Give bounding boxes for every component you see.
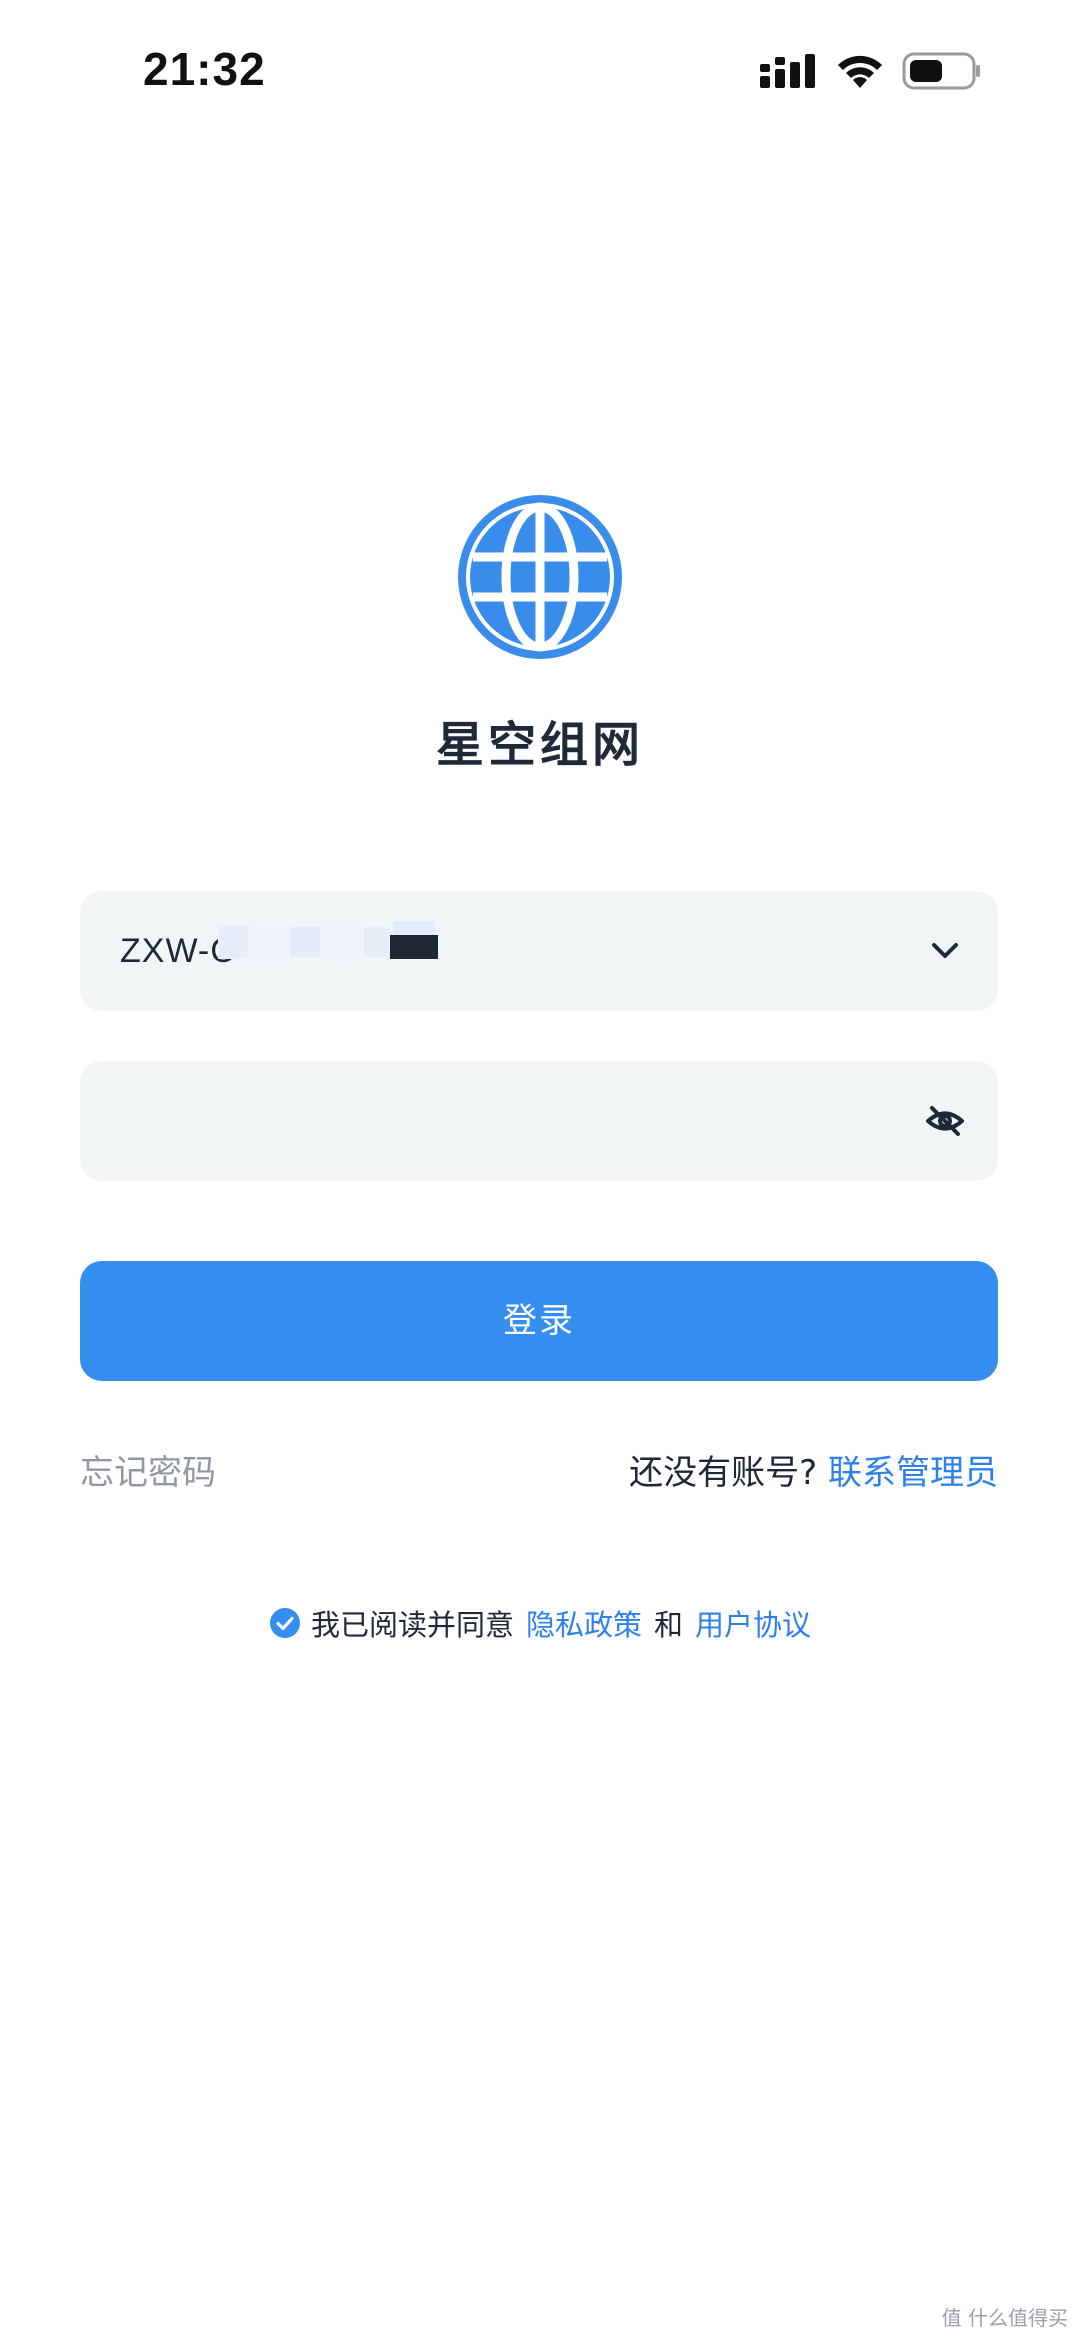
redaction-mask — [218, 921, 438, 963]
no-account-prompt: 还没有账号? — [629, 1453, 818, 1493]
chevron-down-icon[interactable] — [920, 926, 970, 976]
password-field[interactable] — [80, 1061, 998, 1181]
globe-icon — [456, 493, 624, 661]
password-input[interactable] — [120, 1086, 884, 1158]
account-select[interactable]: ZXW-C — [80, 891, 998, 1011]
forgot-password-link[interactable]: 忘记密码 — [80, 1445, 216, 1494]
agreement-row: 我已阅读并同意 隐私政策 和 用户协议 — [0, 1602, 1080, 1644]
app-logo — [455, 492, 625, 662]
agreement-text: 我已阅读并同意 — [310, 1608, 514, 1642]
eye-off-icon[interactable] — [920, 1096, 970, 1146]
signal-icon — [760, 54, 815, 88]
watermark: 值 什么值得买 — [941, 2306, 1068, 2330]
login-button[interactable]: 登录 — [80, 1261, 998, 1381]
wifi-icon — [838, 55, 882, 88]
agreement-and: 和 — [654, 1608, 684, 1642]
login-screen: 21:32 星空组网 ZXW-C 登录 忘记密码 还没有账号? 联系管理员 我已… — [0, 0, 1080, 2343]
contact-admin-link[interactable]: 联系管理员 — [828, 1453, 998, 1493]
battery-icon — [902, 52, 980, 90]
user-agreement-link[interactable]: 用户协议 — [695, 1602, 811, 1644]
no-account-row: 还没有账号? 联系管理员 — [629, 1445, 998, 1494]
app-title: 星空组网 — [435, 717, 644, 773]
checkbox-checked-icon[interactable] — [269, 1607, 301, 1639]
status-time: 21:32 — [143, 43, 266, 95]
privacy-policy-link[interactable]: 隐私政策 — [526, 1602, 642, 1644]
